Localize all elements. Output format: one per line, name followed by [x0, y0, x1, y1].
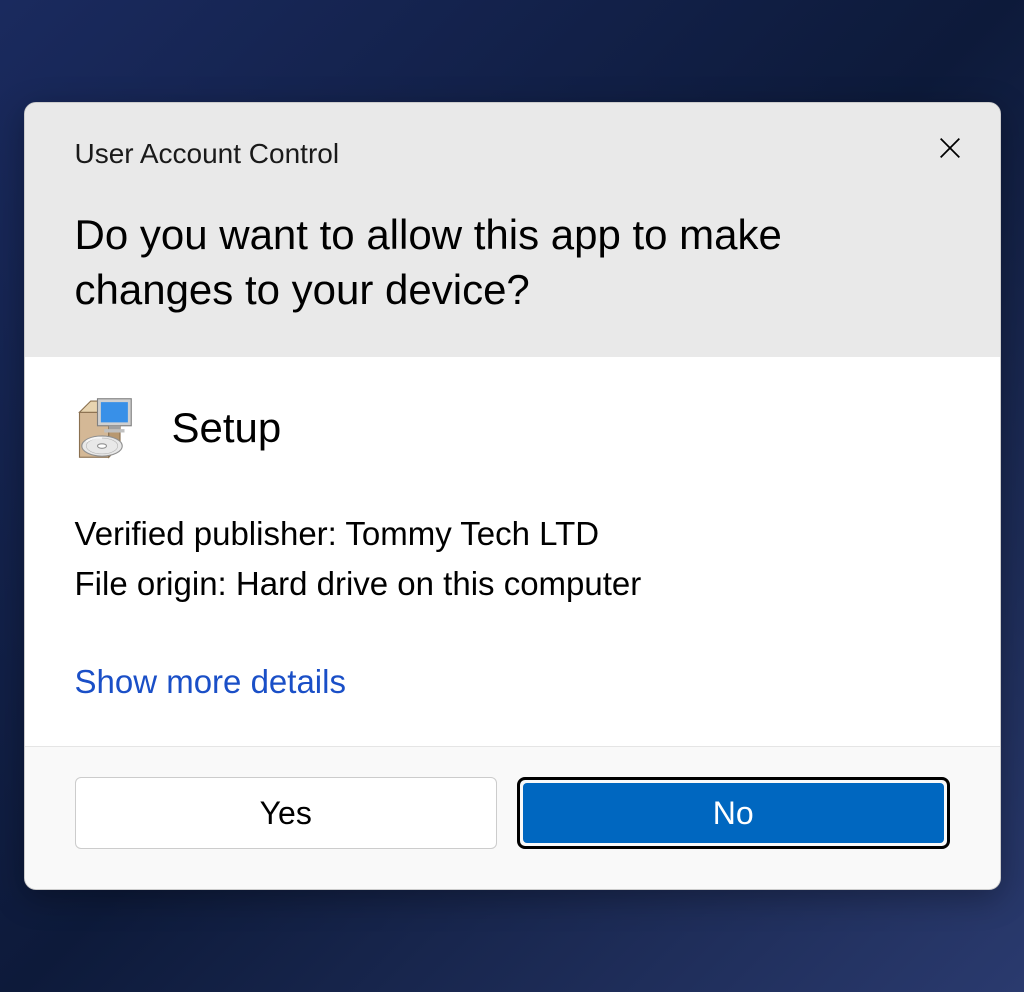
origin-value: Hard drive on this computer: [236, 565, 641, 602]
show-details-link[interactable]: Show more details: [75, 663, 346, 701]
app-row: Setup: [75, 392, 950, 464]
no-button-focus-ring: No: [517, 777, 950, 849]
yes-button[interactable]: Yes: [75, 777, 498, 849]
origin-line: File origin: Hard drive on this computer: [75, 559, 950, 609]
uac-dialog: User Account Control Do you want to allo…: [24, 102, 1001, 890]
installer-icon: [75, 392, 147, 464]
publisher-line: Verified publisher: Tommy Tech LTD: [75, 509, 950, 559]
close-button[interactable]: [930, 128, 970, 168]
app-name: Setup: [172, 404, 282, 452]
dialog-title: User Account Control: [75, 138, 950, 170]
publisher-label: Verified publisher:: [75, 515, 337, 552]
close-icon: [936, 134, 964, 162]
dialog-footer: Yes No: [25, 746, 1000, 889]
origin-label: File origin:: [75, 565, 227, 602]
publisher-value: Tommy Tech LTD: [345, 515, 599, 552]
dialog-question: Do you want to allow this app to make ch…: [75, 208, 950, 317]
dialog-body: Setup Verified publisher: Tommy Tech LTD…: [25, 357, 1000, 746]
dialog-header: User Account Control Do you want to allo…: [25, 103, 1000, 357]
no-button[interactable]: No: [523, 783, 944, 843]
